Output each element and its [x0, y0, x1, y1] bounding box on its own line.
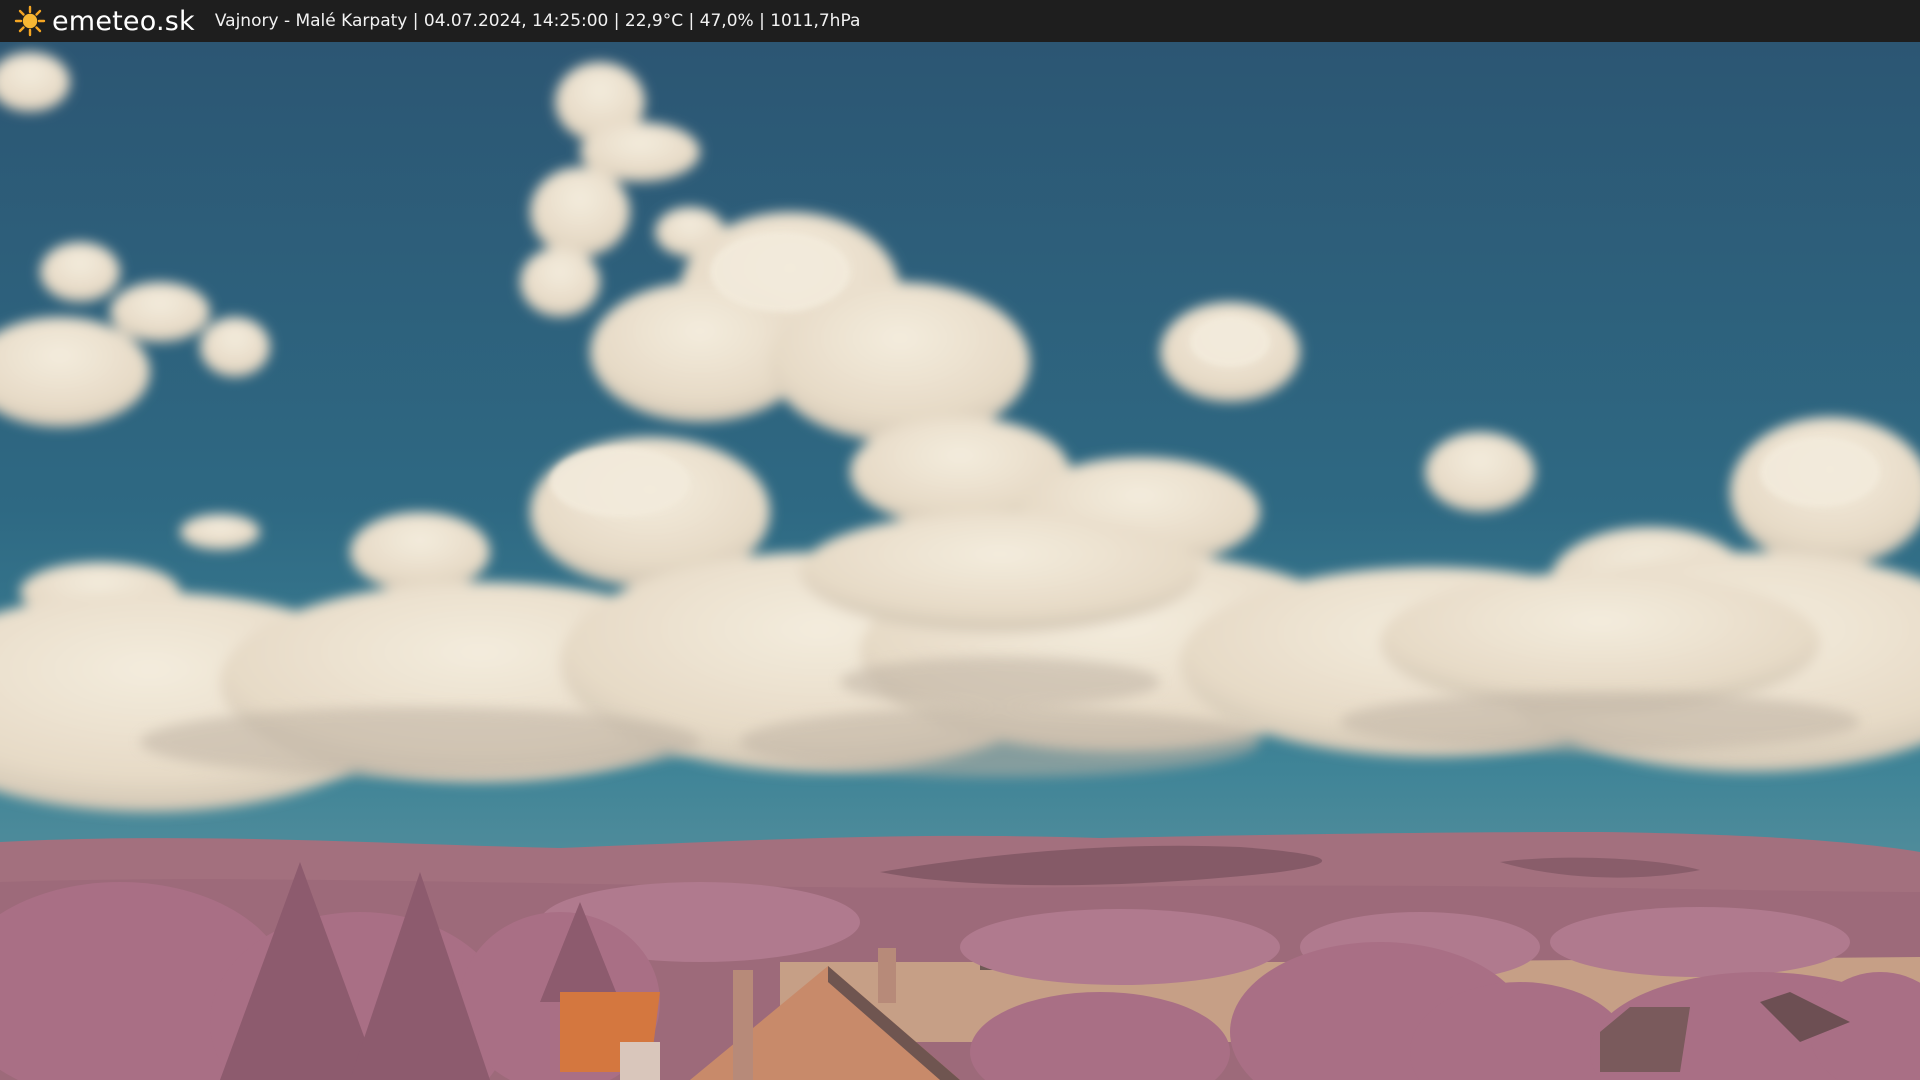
- webcam-image: [0, 42, 1920, 1080]
- webcam-caption: Vajnory - Malé Karpaty | 04.07.2024, 14:…: [214, 11, 861, 31]
- brand-name: emeteo.sk: [52, 5, 195, 37]
- sun-icon: [14, 5, 46, 37]
- brand-logo[interactable]: emeteo.sk: [14, 5, 195, 37]
- top-bar: emeteo.sk Vajnory - Malé Karpaty | 04.07…: [0, 0, 1920, 42]
